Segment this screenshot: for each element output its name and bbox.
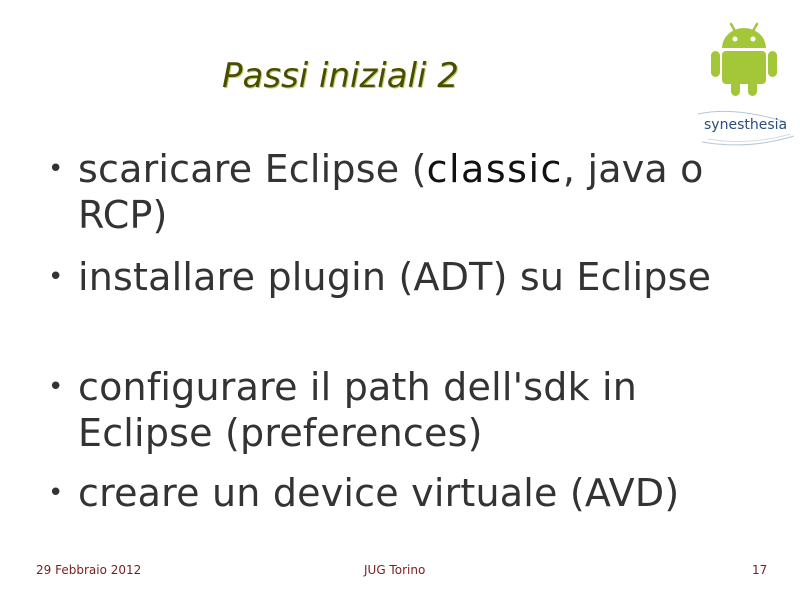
footer-date: 29 Febbraio 2012 <box>36 563 142 577</box>
android-robot-icon <box>711 22 777 96</box>
bullet-list: • scaricare Eclipse (classic, java o RCP… <box>48 146 768 516</box>
slide: Passi iniziali 2 synesthesia • scaricare… <box>0 0 800 600</box>
synesthesia-logo: synesthesia <box>694 108 798 148</box>
bullet-marker: • <box>48 262 64 292</box>
bullet-text-emphasis: classic <box>426 147 563 191</box>
bullet-item: • scaricare Eclipse (classic, java o RCP… <box>48 146 768 238</box>
bullet-marker: • <box>48 478 64 508</box>
bullet-marker: • <box>48 372 64 402</box>
bullet-item: • configurare il path dell'sdk in Eclips… <box>48 364 768 456</box>
footer-event: JUG Torino <box>364 563 426 577</box>
bullet-item: • creare un device virtuale (AVD) <box>48 470 768 516</box>
bullet-item: • installare plugin (ADT) su Eclipse <box>48 254 768 300</box>
slide-title: Passi iniziali 2 <box>222 56 459 96</box>
page-number: 17 <box>752 563 768 577</box>
bullet-text: creare un device virtuale (AVD) <box>78 471 680 515</box>
bullet-text: installare plugin (ADT) su Eclipse <box>78 255 712 299</box>
brand-name: synesthesia <box>704 117 788 133</box>
bullet-text-start: scaricare Eclipse ( <box>78 147 427 191</box>
bullet-text: configurare il path dell'sdk in Eclipse … <box>78 365 638 455</box>
bullet-marker: • <box>48 154 64 184</box>
